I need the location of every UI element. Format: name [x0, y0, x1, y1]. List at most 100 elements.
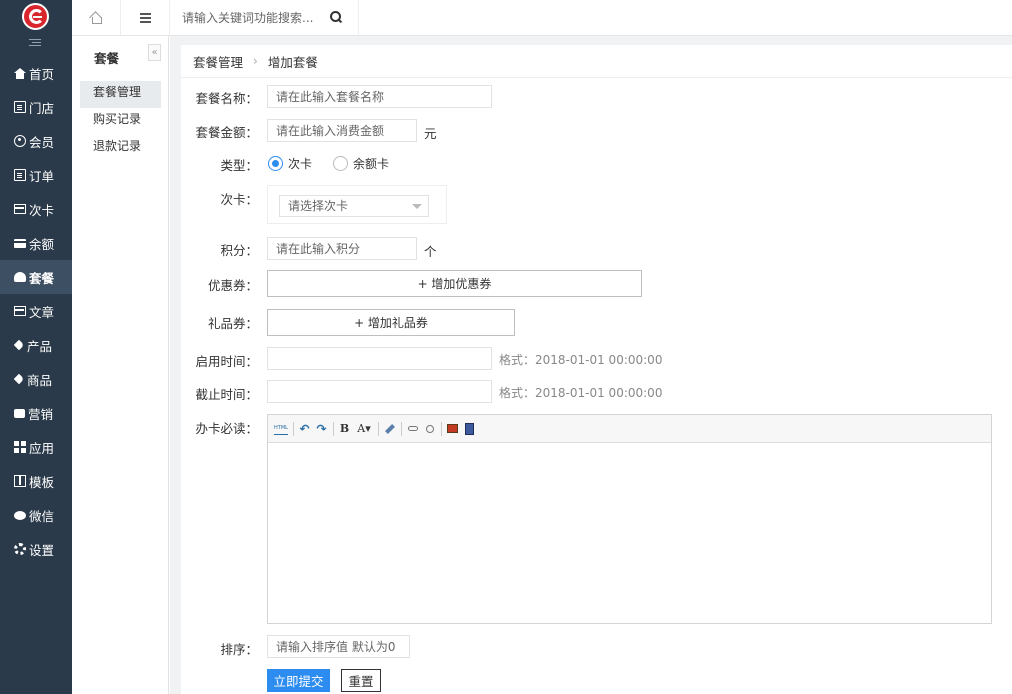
type-radio-times-card[interactable]: 次卡: [268, 155, 312, 172]
gift-label: 礼品券：: [207, 316, 258, 331]
redo-icon[interactable]: ↷: [315, 422, 328, 436]
sidebar-item-package[interactable]: 套餐: [0, 260, 72, 294]
toolbar-divider: [378, 421, 379, 436]
points-label: 积分：: [220, 243, 258, 258]
card-icon: [14, 204, 26, 214]
sub-nav-list: 套餐管理 购买记录 退款记录: [80, 81, 161, 162]
unlink-icon[interactable]: [423, 422, 436, 435]
sidebar-item-label: 首页: [29, 66, 55, 82]
sidebar-item-marketing[interactable]: 营销: [0, 396, 72, 430]
type-label: 类型：: [220, 158, 258, 173]
collapse-button[interactable]: «: [148, 44, 161, 61]
user-circle-icon: [14, 135, 26, 147]
html-source-icon[interactable]: HTML: [274, 422, 288, 435]
sidebar-item-times-card[interactable]: 次卡: [0, 192, 72, 226]
end-time-hint: 格式：2018-01-01 00:00:00: [499, 386, 663, 400]
radio-label: 余额卡: [353, 157, 390, 171]
toolbar-divider: [401, 421, 402, 436]
end-time-input[interactable]: [267, 380, 492, 403]
points-input[interactable]: [267, 237, 417, 260]
amount-unit: 元: [424, 126, 437, 141]
font-color-icon[interactable]: A▾: [355, 422, 373, 435]
undo-icon[interactable]: ↶: [298, 422, 311, 436]
sidebar-item-goods[interactable]: 商品: [0, 362, 72, 396]
wechat-icon: [14, 510, 26, 520]
sidebar-item-label: 模板: [29, 474, 55, 490]
article-icon: [14, 306, 26, 316]
sidebar-item-label: 文章: [29, 304, 55, 320]
toolbar-divider: [441, 421, 442, 436]
thumbs-up-icon: [14, 408, 25, 418]
sub-nav-item-package-manage[interactable]: 套餐管理: [80, 81, 161, 108]
toolbar-divider: [333, 421, 334, 436]
chevron-down-icon: [412, 204, 422, 209]
sidebar-item-member[interactable]: 会员: [0, 124, 72, 158]
home-outline-icon: [90, 12, 102, 24]
card-label: 次卡：: [220, 192, 258, 207]
sidebar-item-template[interactable]: 模板: [0, 464, 72, 498]
sidebar-item-order[interactable]: 订单: [0, 158, 72, 192]
breadcrumb-parent[interactable]: 套餐管理: [193, 52, 243, 71]
toolbar-divider: [293, 421, 294, 436]
main-sidebar: 首页 门店 会员 订单 次卡 余额 套餐 文章 产品 商品 营销 应用 模板 微…: [0, 0, 72, 694]
sidebar-item-label: 商品: [27, 372, 53, 388]
dashboard-icon: [14, 272, 26, 282]
sidebar-item-balance[interactable]: 余额: [0, 226, 72, 260]
sidebar-item-label: 微信: [29, 508, 55, 524]
card-select-value: 请选择次卡: [288, 199, 349, 213]
end-time-label: 截止时间：: [195, 387, 258, 402]
reset-button[interactable]: 重置: [341, 669, 381, 692]
sub-nav-item-refund-records[interactable]: 退款记录: [80, 135, 161, 162]
search-input[interactable]: [170, 0, 325, 35]
main-nav: 首页 门店 会员 订单 次卡 余额 套餐 文章 产品 商品 营销 应用 模板 微…: [0, 56, 72, 566]
order-icon: [14, 169, 26, 181]
type-radio-balance-card[interactable]: 余额卡: [333, 155, 389, 172]
breadcrumb-separator: ›: [253, 54, 258, 68]
start-time-input[interactable]: [267, 347, 492, 370]
search-box: [170, 0, 359, 35]
sidebar-item-home[interactable]: 首页: [0, 56, 72, 90]
brand-logo[interactable]: [22, 3, 49, 30]
home-button[interactable]: [72, 0, 121, 35]
sidebar-item-label: 订单: [29, 168, 55, 184]
submit-button[interactable]: 立即提交: [267, 669, 330, 692]
sidebar-item-apps[interactable]: 应用: [0, 430, 72, 464]
sort-input[interactable]: [267, 635, 410, 658]
rich-text-editor: HTML ↶ ↷ B A▾: [267, 414, 992, 624]
sidebar-item-label: 产品: [27, 338, 53, 354]
columns-icon: [14, 475, 26, 487]
breadcrumb: 套餐管理 › 增加套餐: [181, 45, 1012, 78]
add-coupon-button[interactable]: + 增加优惠券: [267, 270, 642, 297]
sidebar-item-product[interactable]: 产品: [0, 328, 72, 362]
bold-icon[interactable]: B: [338, 422, 351, 435]
hamburger-icon: [139, 11, 151, 25]
sidebar-item-settings[interactable]: 设置: [0, 532, 72, 566]
menu-button[interactable]: [121, 0, 170, 35]
link-icon[interactable]: [406, 422, 419, 435]
sidebar-item-label: 余额: [29, 236, 55, 252]
breadcrumb-current: 增加套餐: [267, 54, 318, 70]
sidebar-item-label: 套餐: [29, 270, 55, 286]
video-icon[interactable]: [463, 422, 476, 435]
gears-icon: [14, 543, 26, 555]
card-select[interactable]: 请选择次卡: [279, 195, 429, 217]
eraser-icon[interactable]: [383, 422, 396, 435]
sidebar-item-wechat[interactable]: 微信: [0, 498, 72, 532]
search-icon[interactable]: [330, 11, 344, 25]
editor-content[interactable]: [268, 443, 991, 623]
sidebar-toggle-icon[interactable]: [29, 39, 41, 49]
amount-input[interactable]: [267, 119, 417, 142]
sort-label: 排序：: [220, 642, 258, 657]
sidebar-item-article[interactable]: 文章: [0, 294, 72, 328]
image-icon[interactable]: [446, 422, 459, 435]
points-unit: 个: [424, 244, 437, 259]
notice-label: 办卡必读：: [195, 421, 258, 436]
package-name-input[interactable]: [267, 85, 492, 108]
sub-nav-item-purchase-records[interactable]: 购买记录: [80, 108, 161, 135]
card-select-box: 请选择次卡: [267, 185, 447, 224]
radio-checked-icon: [268, 156, 283, 171]
start-time-label: 启用时间：: [195, 354, 258, 369]
sidebar-item-store[interactable]: 门店: [0, 90, 72, 124]
add-gift-button[interactable]: + 增加礼品券: [267, 309, 515, 336]
start-time-hint: 格式：2018-01-01 00:00:00: [499, 353, 663, 367]
